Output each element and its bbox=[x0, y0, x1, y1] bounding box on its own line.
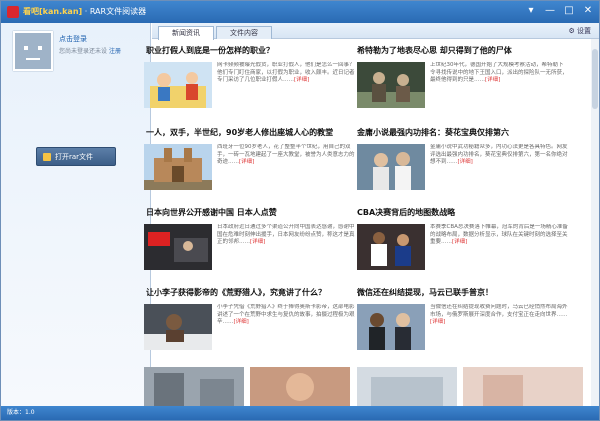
folder-icon bbox=[43, 153, 51, 161]
main-panel: 新闻资讯 文件内容 ⚙ 设置 职业打假人到底是一份怎样的职业？ 网卡频频被曝光假… bbox=[144, 23, 599, 406]
maximize-icon[interactable]: □ bbox=[564, 5, 574, 17]
more-link[interactable]: [详细] bbox=[250, 239, 265, 245]
article-summary: 西班牙一位90岁老人，花了整整半个世纪，用自己的双手，一砖一瓦地建起了一座大教堂… bbox=[217, 144, 355, 166]
more-link[interactable]: [详细] bbox=[452, 239, 467, 245]
article-thumbnail[interactable] bbox=[357, 224, 425, 270]
tab-file-contents[interactable]: 文件内容 bbox=[216, 26, 272, 39]
tab-bar: 新闻资讯 文件内容 ⚙ 设置 bbox=[152, 23, 599, 40]
close-icon[interactable]: ✕ bbox=[583, 5, 593, 17]
article-card[interactable]: 微信还在纠结提现，马云已联手普京！ 当微信还在纠结提现收费问题时，马云已经悄然布… bbox=[357, 287, 569, 377]
more-link[interactable]: [详细] bbox=[485, 77, 500, 83]
title-bar: 看吧[kan.kan] · RAR文件阅读器 ▾ — □ ✕ bbox=[1, 1, 599, 23]
login-link[interactable]: 点击登录 bbox=[59, 34, 87, 44]
minimize-icon[interactable]: — bbox=[545, 5, 555, 17]
scrollbar[interactable] bbox=[591, 39, 599, 406]
article-thumbnail[interactable] bbox=[144, 62, 212, 108]
article-thumbnail[interactable] bbox=[144, 304, 212, 350]
settings-button[interactable]: ⚙ 设置 bbox=[568, 26, 591, 36]
article-summary: 小李子凭借《荒野猎人》终于捧得奥斯卡影帝，这部电影讲述了一个在荒野中求生与复仇的… bbox=[217, 304, 355, 326]
article-thumbnail[interactable] bbox=[357, 62, 425, 108]
article-summary: 日本政府近日通过多个渠道公开向中国表达感谢，感谢中国在危难时刻伸出援手，日本网友… bbox=[217, 224, 355, 246]
tab-news[interactable]: 新闻资讯 bbox=[158, 26, 214, 40]
article-thumbnail[interactable] bbox=[357, 144, 425, 190]
article-title[interactable]: 一人，双手，半世纪，90岁老人修出座城人心的教堂 bbox=[146, 127, 358, 138]
app-title: 看吧[kan.kan] · RAR文件阅读器 bbox=[23, 7, 147, 16]
article-summary: 金庸小说中武功秘籍众多，内功心法更是各具特色。网友评选出最强内功排名，葵花宝典仅… bbox=[430, 144, 568, 166]
more-link[interactable]: [详细] bbox=[430, 319, 445, 325]
article-thumbnail[interactable] bbox=[357, 304, 425, 350]
login-hint: 您尚未登录还未设 注册 bbox=[59, 48, 121, 55]
article-card[interactable]: 日本向世界公开感谢中国 日本人点赞 日本政府近日通过多个渠道公开向中国表达感谢，… bbox=[144, 207, 356, 297]
open-rar-button[interactable]: 打开rar文件 bbox=[36, 147, 116, 166]
article-title[interactable]: 金庸小说最强内功排名：葵花宝典仅排第六 bbox=[357, 127, 569, 138]
register-link[interactable]: 注册 bbox=[109, 48, 121, 55]
article-thumbnail[interactable] bbox=[144, 144, 212, 190]
more-link[interactable]: [详细] bbox=[294, 77, 309, 83]
article-card[interactable]: 让小李子获得影帝的《荒野猎人》，究竟讲了什么？ 小李子凭借《荒野猎人》终于捧得奥… bbox=[144, 287, 356, 377]
article-card[interactable]: 希特勒为了地表尽心思 却只得到了他的尸体 上世纪30年代，德国开始了大规模考察活… bbox=[357, 45, 569, 135]
article-summary: 本赛季CBA总决赛落下帷幕，冠军的背后是一场精心准备的战略布局，数据分析显示，球… bbox=[430, 224, 568, 246]
sidebar: 点击登录 您尚未登录还未设 注册 打开rar文件 bbox=[1, 23, 151, 406]
scroll-thumb[interactable] bbox=[592, 49, 598, 109]
article-summary: 上世纪30年代，德国开始了大规模考察活动，希特勒下令寻找传说中的地下王国入口，派… bbox=[430, 62, 568, 84]
article-title[interactable]: CBA决赛背后的地图数战略 bbox=[357, 207, 569, 218]
article-summary: 当微信还在纠结提现收费问题时，马云已经悄然布局海外市场，与俄罗斯展开深度合作，支… bbox=[430, 304, 568, 326]
strip-thumbnail[interactable] bbox=[463, 367, 583, 406]
article-card[interactable]: 一人，双手，半世纪，90岁老人修出座城人心的教堂 西班牙一位90岁老人，花了整整… bbox=[144, 127, 356, 217]
strip-thumbnail[interactable] bbox=[144, 367, 244, 406]
article-card[interactable]: 职业打假人到底是一份怎样的职业？ 网卡频频被曝光假货，职业打假人，他们是怎么一回… bbox=[144, 45, 356, 135]
article-title[interactable]: 希特勒为了地表尽心思 却只得到了他的尸体 bbox=[357, 45, 569, 56]
strip-thumbnail[interactable] bbox=[250, 367, 350, 406]
more-link[interactable]: [详细] bbox=[234, 319, 249, 325]
avatar[interactable] bbox=[13, 31, 53, 71]
menu-dropdown-icon[interactable]: ▾ bbox=[526, 5, 536, 17]
more-link[interactable]: [详细] bbox=[239, 159, 254, 165]
article-card[interactable]: CBA决赛背后的地图数战略 本赛季CBA总决赛落下帷幕，冠军的背后是一场精心准备… bbox=[357, 207, 569, 297]
strip-thumbnail[interactable] bbox=[357, 367, 457, 406]
status-bar: 版本：1.0 bbox=[1, 406, 599, 420]
article-summary: 网卡频频被曝光假货，职业打假人，他们是怎么一回事？他们专门盯住商家，以打假为职业… bbox=[217, 62, 355, 84]
article-title[interactable]: 日本向世界公开感谢中国 日本人点赞 bbox=[146, 207, 358, 218]
article-title[interactable]: 职业打假人到底是一份怎样的职业？ bbox=[146, 45, 358, 56]
app-logo-icon bbox=[7, 6, 19, 18]
article-thumbnail[interactable] bbox=[144, 224, 212, 270]
article-title[interactable]: 微信还在纠结提现，马云已联手普京！ bbox=[357, 287, 569, 298]
article-card[interactable]: 金庸小说最强内功排名：葵花宝典仅排第六 金庸小说中武功秘籍众多，内功心法更是各具… bbox=[357, 127, 569, 217]
more-link[interactable]: [详细] bbox=[458, 159, 473, 165]
article-title[interactable]: 让小李子获得影帝的《荒野猎人》，究竟讲了什么？ bbox=[146, 287, 358, 298]
app-window: 看吧[kan.kan] · RAR文件阅读器 ▾ — □ ✕ 点击登录 您尚未登… bbox=[0, 0, 600, 421]
